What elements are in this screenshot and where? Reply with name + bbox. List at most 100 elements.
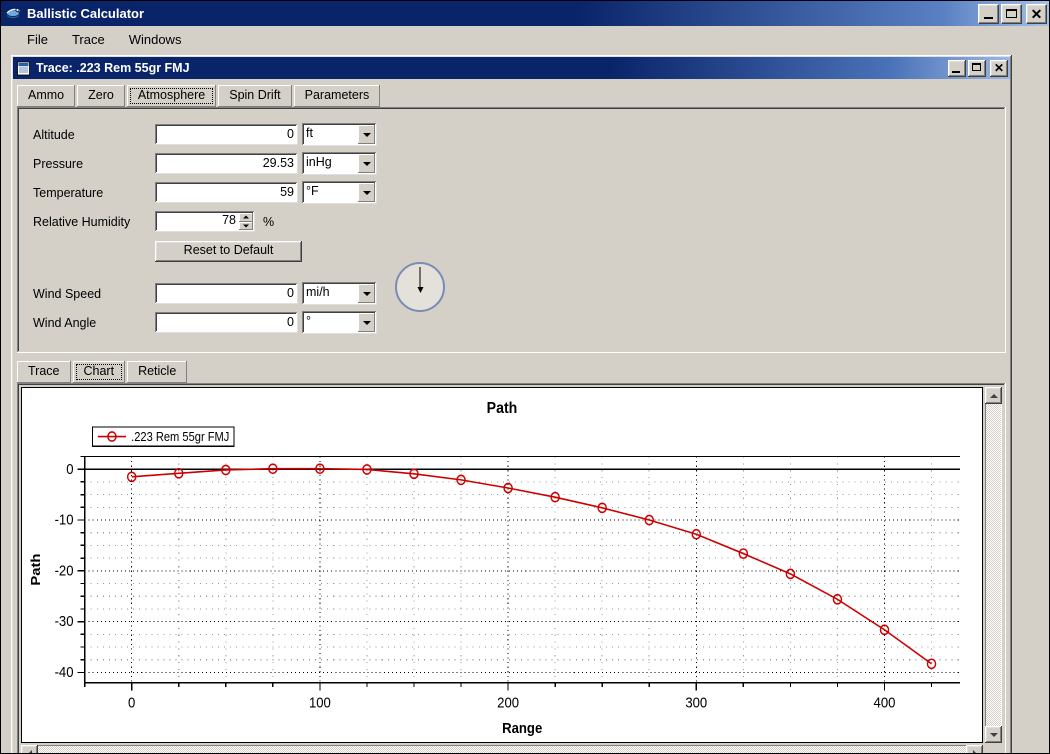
- atmosphere-panel: Altitude 0 ft Pressure 29.53 inHg Temper…: [17, 107, 1006, 353]
- menu-item-file[interactable]: File: [15, 29, 60, 50]
- field-row-pressure: Pressure 29.53 inHg: [17, 150, 1006, 177]
- tab-spin-drift[interactable]: Spin Drift: [218, 85, 292, 107]
- temperature-input[interactable]: 59: [155, 182, 298, 203]
- altitude-input[interactable]: 0: [155, 124, 298, 145]
- wind-speed-input[interactable]: 0: [155, 283, 298, 304]
- mdi-client-area: Trace: .223 Rem 55gr FMJ ✕ Ammo Zero Atm…: [1, 53, 1049, 753]
- spinner-down-icon[interactable]: [239, 221, 253, 230]
- chevron-down-icon[interactable]: [358, 154, 375, 173]
- chevron-down-icon[interactable]: [358, 125, 375, 144]
- svg-text:.223 Rem 55gr FMJ: .223 Rem 55gr FMJ: [131, 429, 229, 444]
- temperature-unit-combo[interactable]: °F: [302, 181, 377, 204]
- temperature-unit-value: °F: [306, 184, 319, 198]
- scroll-right-button[interactable]: [966, 745, 983, 753]
- wind-angle-label: Wind Angle: [33, 315, 97, 330]
- chevron-down-icon[interactable]: [358, 183, 375, 202]
- spinner-up-icon[interactable]: [239, 213, 253, 222]
- relative-humidity-value: 78: [222, 213, 236, 227]
- temperature-label: Temperature: [33, 185, 104, 200]
- application-window: Ballistic Calculator ✕ File Trace Window…: [0, 0, 1050, 754]
- wind-speed-unit-combo[interactable]: mi/h: [302, 282, 377, 305]
- window-controls: ✕: [978, 3, 1047, 24]
- svg-text:-40: -40: [55, 663, 74, 680]
- close-icon: ✕: [993, 61, 1005, 75]
- svg-text:300: 300: [685, 694, 707, 711]
- child-window-title: Trace: .223 Rem 55gr FMJ: [36, 61, 190, 75]
- chart-vertical-scrollbar[interactable]: [985, 387, 1002, 743]
- menu-item-windows[interactable]: Windows: [117, 29, 194, 50]
- field-row-wind-angle: Wind Angle 0 °: [17, 309, 1006, 336]
- pressure-input[interactable]: 29.53: [155, 153, 298, 174]
- path-chart: 0 -10 -20 -30 -40 0 100 200 300 400 Range Path Path.…: [28, 399, 960, 736]
- child-minimize-button[interactable]: [948, 59, 966, 77]
- menu-item-trace[interactable]: Trace: [60, 29, 117, 50]
- svg-text:0: 0: [66, 460, 73, 477]
- altitude-unit-value: ft: [306, 126, 313, 140]
- field-row-altitude: Altitude 0 ft: [17, 121, 1006, 148]
- field-row-wind-speed: Wind Speed 0 mi/h: [17, 280, 1006, 307]
- vertical-scroll-track[interactable]: [985, 404, 1002, 726]
- close-button[interactable]: ✕: [1026, 3, 1047, 24]
- scroll-up-button[interactable]: [985, 387, 1002, 404]
- wind-angle-input[interactable]: 0: [155, 312, 298, 333]
- chart-canvas: 0 -10 -20 -30 -40 0 100 200 300 400 Range Path Path.…: [21, 387, 983, 743]
- scroll-down-button[interactable]: [985, 726, 1002, 743]
- tab-chart[interactable]: Chart: [72, 361, 126, 383]
- trace-child-window: Trace: .223 Rem 55gr FMJ ✕ Ammo Zero Atm…: [9, 53, 1014, 753]
- tab-zero[interactable]: Zero: [77, 85, 125, 107]
- minimize-icon: [952, 70, 960, 73]
- svg-text:Range: Range: [502, 719, 542, 736]
- wind-direction-needle: [419, 267, 421, 288]
- window-title: Ballistic Calculator: [27, 6, 145, 21]
- altitude-unit-combo[interactable]: ft: [302, 123, 377, 146]
- wind-angle-unit-value: °: [306, 314, 311, 328]
- maximize-button[interactable]: [1001, 3, 1022, 24]
- child-maximize-button[interactable]: [968, 59, 986, 77]
- tab-parameters[interactable]: Parameters: [293, 85, 381, 107]
- svg-text:0: 0: [128, 694, 135, 711]
- app-icon: [5, 5, 22, 22]
- reset-to-default-button[interactable]: Reset to Default: [155, 241, 302, 262]
- tab-atmosphere[interactable]: Atmosphere: [126, 85, 217, 107]
- wind-speed-unit-value: mi/h: [306, 285, 330, 299]
- wind-angle-unit-combo[interactable]: °: [302, 311, 377, 334]
- window-titlebar: Ballistic Calculator ✕: [1, 1, 1049, 26]
- svg-text:-10: -10: [55, 511, 74, 528]
- atmosphere-form: Altitude 0 ft Pressure 29.53 inHg Temper…: [17, 107, 1006, 353]
- svg-text:Path: Path: [487, 399, 518, 417]
- svg-text:-20: -20: [55, 562, 74, 579]
- chevron-down-icon[interactable]: [358, 284, 375, 303]
- pressure-label: Pressure: [33, 156, 84, 171]
- tab-ammo[interactable]: Ammo: [17, 85, 76, 107]
- scroll-left-button[interactable]: [21, 745, 38, 753]
- chart-bottom-scroll-row: [21, 743, 1002, 753]
- tab-trace[interactable]: Trace: [17, 361, 71, 383]
- pressure-unit-value: inHg: [306, 155, 332, 169]
- svg-text:-30: -30: [55, 612, 74, 629]
- chart-horizontal-scrollbar[interactable]: [21, 745, 983, 753]
- relative-humidity-label: Relative Humidity: [33, 214, 131, 229]
- bottom-tab-strip: Trace Chart Reticle: [11, 353, 1012, 383]
- chart-scroll-area: 0 -10 -20 -30 -40 0 100 200 300 400 Range Path Path.…: [21, 387, 1002, 743]
- relative-humidity-stepper[interactable]: 78: [155, 211, 255, 232]
- svg-text:100: 100: [309, 694, 331, 711]
- horizontal-scroll-track[interactable]: [38, 745, 966, 753]
- child-close-button[interactable]: ✕: [990, 59, 1008, 77]
- wind-direction-dial[interactable]: [395, 262, 445, 312]
- scrollbar-corner: [985, 743, 1002, 753]
- spinner-buttons: [239, 213, 253, 230]
- svg-text:200: 200: [497, 694, 519, 711]
- child-window-controls: ✕: [948, 59, 1008, 77]
- chart-panel: 0 -10 -20 -30 -40 0 100 200 300 400 Range Path Path.…: [17, 383, 1006, 753]
- tab-reticle[interactable]: Reticle: [127, 361, 188, 383]
- minimize-icon: [984, 16, 993, 19]
- child-window-titlebar: Trace: .223 Rem 55gr FMJ ✕: [13, 57, 1010, 79]
- maximize-icon: [972, 62, 981, 71]
- reset-row: Reset to Default: [17, 237, 1006, 266]
- minimize-button[interactable]: [978, 3, 999, 24]
- pressure-unit-combo[interactable]: inHg: [302, 152, 377, 175]
- chevron-down-icon[interactable]: [358, 313, 375, 332]
- field-row-relative-humidity: Relative Humidity 78 %: [17, 208, 1006, 235]
- altitude-label: Altitude: [33, 127, 75, 142]
- maximize-icon: [1006, 8, 1017, 18]
